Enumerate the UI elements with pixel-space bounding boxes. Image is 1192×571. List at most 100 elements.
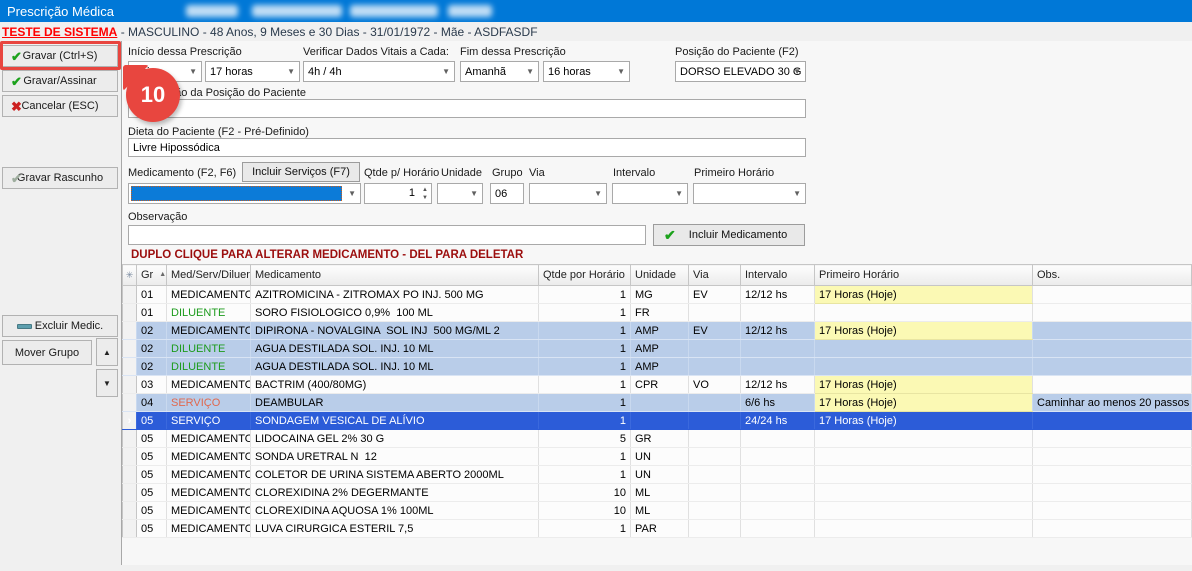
cell-gr: 05 bbox=[137, 448, 167, 466]
cell-qtde: 1 bbox=[539, 412, 631, 430]
intervalo-label: Intervalo bbox=[613, 167, 655, 179]
inicio-hora-select[interactable]: 17 horas▼ bbox=[205, 61, 300, 82]
cell-qtde: 1 bbox=[539, 340, 631, 358]
grid-row[interactable]: 05MEDICAMENTOLIDOCAINA GEL 2% 30 G5GR bbox=[123, 430, 1192, 448]
move-group-down-button[interactable]: ▼ bbox=[96, 369, 118, 397]
spinner-down-icon[interactable]: ▼ bbox=[422, 195, 428, 201]
grid-row[interactable]: 05MEDICAMENTOLUVA CIRURGICA ESTERIL 7,51… bbox=[123, 520, 1192, 538]
chevron-down-icon: ▼ bbox=[442, 67, 450, 76]
sort-asc-icon: ▲ bbox=[159, 271, 166, 278]
cell-via bbox=[689, 412, 741, 430]
check-icon-disabled: ✔ bbox=[11, 172, 22, 185]
excluir-medic-button[interactable]: Excluir Medic. bbox=[2, 315, 118, 337]
blurred-title-text bbox=[252, 5, 342, 17]
minus-icon bbox=[17, 324, 32, 329]
cell-intervalo: 6/6 hs bbox=[741, 394, 815, 412]
medicamento-label: Medicamento (F2, F6) bbox=[128, 167, 236, 179]
column-header-intervalo[interactable]: Intervalo bbox=[741, 265, 815, 286]
cell-obs bbox=[1033, 412, 1192, 430]
grid-row[interactable]: ›05SERVIÇOSONDAGEM VESICAL DE ALÍVIO124/… bbox=[123, 412, 1192, 430]
cancelar-label: Cancelar (ESC) bbox=[21, 100, 98, 112]
move-group-up-button[interactable]: ▲ bbox=[96, 338, 118, 366]
grid-row[interactable]: 03MEDICAMENTOBACTRIM (400/80MG)1CPRVO12/… bbox=[123, 376, 1192, 394]
cell-unidade: CPR bbox=[631, 376, 689, 394]
inicio-prescricao-label: Início dessa Prescrição bbox=[128, 46, 242, 58]
observacao-input[interactable] bbox=[128, 225, 646, 245]
via-select[interactable]: ▼ bbox=[529, 183, 607, 204]
grid-row[interactable]: 05MEDICAMENTOCLOREXIDINA 2% DEGERMANTE10… bbox=[123, 484, 1192, 502]
cell-qtde: 1 bbox=[539, 358, 631, 376]
cell-primeiro-horario bbox=[815, 430, 1033, 448]
column-header-qtde[interactable]: Qtde por Horário bbox=[539, 265, 631, 286]
cell-tipo: DILUENTE bbox=[167, 358, 251, 376]
cell-medicamento: LUVA CIRURGICA ESTERIL 7,5 bbox=[251, 520, 539, 538]
medicamento-select[interactable]: ▼ bbox=[128, 183, 361, 204]
spinner-up-icon[interactable]: ▲ bbox=[422, 187, 428, 193]
excluir-medic-label: Excluir Medic. bbox=[35, 320, 103, 332]
check-icon: ✔ bbox=[11, 50, 22, 63]
grupo-input[interactable]: 06 bbox=[490, 183, 524, 204]
cell-tipo: MEDICAMENTO bbox=[167, 502, 251, 520]
grid-row[interactable]: 04SERVIÇODEAMBULAR16/6 hs17 Horas (Hoje)… bbox=[123, 394, 1192, 412]
gravar-rascunho-button[interactable]: ✔ Gravar Rascunho bbox=[2, 167, 118, 189]
cell-unidade: ML bbox=[631, 502, 689, 520]
cell-gr: 02 bbox=[137, 358, 167, 376]
gravar-button[interactable]: ✔ Gravar (Ctrl+S) bbox=[2, 45, 118, 67]
patient-header: TESTE DE SISTEMA - MASCULINO - 48 Anos, … bbox=[0, 22, 1192, 41]
cell-tipo: DILUENTE bbox=[167, 340, 251, 358]
grid-row[interactable]: 01DILUENTESORO FISIOLOGICO 0,9% 100 ML1F… bbox=[123, 304, 1192, 322]
dieta-input[interactable]: Livre Hipossódica bbox=[128, 138, 806, 157]
grid-row[interactable]: 05MEDICAMENTOCOLETOR DE URINA SISTEMA AB… bbox=[123, 466, 1192, 484]
dados-vitais-select[interactable]: 4h / 4h▼ bbox=[303, 61, 455, 82]
cell-gr: 02 bbox=[137, 340, 167, 358]
column-header-primeiro-horario[interactable]: Primeiro Horário bbox=[815, 265, 1033, 286]
column-header-unidade[interactable]: Unidade bbox=[631, 265, 689, 286]
gravar-assinar-button[interactable]: ✔ Gravar/Assinar bbox=[2, 70, 118, 92]
cell-primeiro-horario: 17 Horas (Hoje) bbox=[815, 286, 1033, 304]
column-header-medicamento[interactable]: Medicamento bbox=[251, 265, 539, 286]
qtde-stepper[interactable]: 1 ▲ ▼ bbox=[364, 183, 432, 204]
cell-tipo: MEDICAMENTO bbox=[167, 322, 251, 340]
fim-hora-select[interactable]: 16 horas▼ bbox=[543, 61, 630, 82]
grid-row[interactable]: 05MEDICAMENTOCLOREXIDINA AQUOSA 1% 100ML… bbox=[123, 502, 1192, 520]
cell-via: VO bbox=[689, 376, 741, 394]
grid-corner-cell[interactable]: ✳ bbox=[123, 265, 137, 286]
incluir-medicamento-button[interactable]: ✔ Incluir Medicamento bbox=[653, 224, 805, 246]
cell-gr: 05 bbox=[137, 484, 167, 502]
intervalo-select[interactable]: ▼ bbox=[612, 183, 688, 204]
obs-posicao-input[interactable] bbox=[128, 99, 806, 118]
cell-unidade: UN bbox=[631, 448, 689, 466]
qtde-label: Qtde p/ Horário bbox=[364, 167, 439, 179]
grid-row[interactable]: 02DILUENTEAGUA DESTILADA SOL. INJ. 10 ML… bbox=[123, 358, 1192, 376]
incluir-servicos-button[interactable]: Incluir Serviços (F7) bbox=[242, 162, 360, 182]
chevron-down-icon: ▼ bbox=[348, 189, 356, 198]
mover-grupo-button[interactable]: Mover Grupo bbox=[2, 340, 92, 365]
grid-row[interactable]: 01MEDICAMENTOAZITROMICINA - ZITROMAX PO … bbox=[123, 286, 1192, 304]
cell-tipo: MEDICAMENTO bbox=[167, 466, 251, 484]
primeiro-horario-select[interactable]: ▼ bbox=[693, 183, 806, 204]
cell-gr: 05 bbox=[137, 412, 167, 430]
fim-hora-value: 16 horas bbox=[548, 66, 591, 78]
fim-dia-select[interactable]: Amanhã▼ bbox=[460, 61, 539, 82]
column-header-gr[interactable]: Gr▲ bbox=[137, 265, 167, 286]
cell-primeiro-horario: 17 Horas (Hoje) bbox=[815, 394, 1033, 412]
row-selector bbox=[123, 502, 137, 520]
cancelar-button[interactable]: ✖ Cancelar (ESC) bbox=[2, 95, 118, 117]
column-header-via[interactable]: Via bbox=[689, 265, 741, 286]
chevron-down-icon: ▼ bbox=[287, 67, 295, 76]
posicao-paciente-select[interactable]: DORSO ELEVADO 30 G▼ bbox=[675, 61, 806, 82]
grid-row[interactable]: 05MEDICAMENTOSONDA URETRAL N 121UN bbox=[123, 448, 1192, 466]
medication-grid-body: 01MEDICAMENTOAZITROMICINA - ZITROMAX PO … bbox=[123, 286, 1192, 538]
column-header-obs[interactable]: Obs. bbox=[1033, 265, 1192, 286]
cell-qtde: 10 bbox=[539, 502, 631, 520]
cell-obs bbox=[1033, 304, 1192, 322]
unidade-select[interactable]: ▼ bbox=[437, 183, 483, 204]
cell-primeiro-horario: 17 Horas (Hoje) bbox=[815, 322, 1033, 340]
column-header-tipo[interactable]: Med/Serv/Diluente bbox=[167, 265, 251, 286]
cell-obs: Caminhar ao menos 20 passos bbox=[1033, 394, 1192, 412]
fim-dia-value: Amanhã bbox=[465, 66, 506, 78]
grid-row[interactable]: 02MEDICAMENTODIPIRONA - NOVALGINA SOL IN… bbox=[123, 322, 1192, 340]
cell-via bbox=[689, 430, 741, 448]
cell-unidade: AMP bbox=[631, 322, 689, 340]
grid-row[interactable]: 02DILUENTEAGUA DESTILADA SOL. INJ. 10 ML… bbox=[123, 340, 1192, 358]
